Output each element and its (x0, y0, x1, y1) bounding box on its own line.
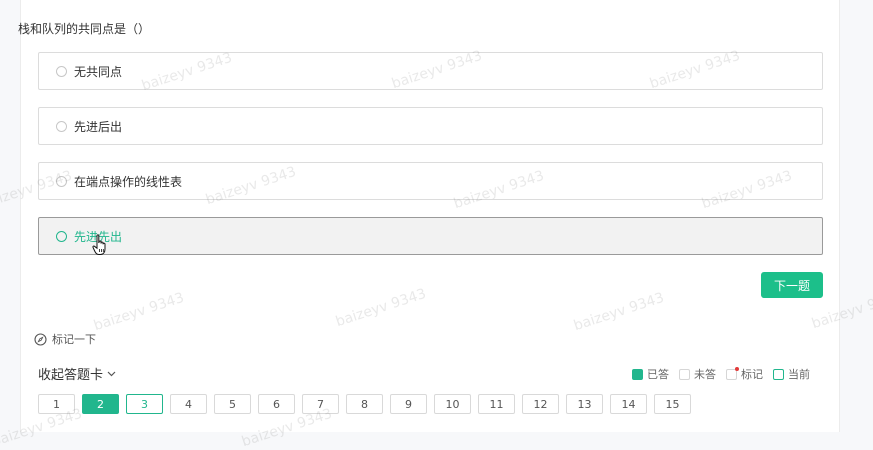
question-card-grid: 1 2 3 4 5 6 7 8 9 10 11 12 13 14 15 (38, 394, 698, 414)
radio-icon[interactable] (56, 175, 67, 187)
mark-question-toggle[interactable]: 标记一下 (34, 331, 96, 347)
legend-marked: 标记 (726, 366, 763, 382)
marked-swatch (726, 366, 739, 380)
question-card-7[interactable]: 7 (302, 394, 339, 414)
legend-answered: 已答 (632, 366, 669, 382)
card-legend: 已答 未答 标记 当前 (632, 366, 810, 382)
question-card-15[interactable]: 15 (654, 394, 691, 414)
chevron-down-icon (107, 371, 116, 376)
question-card-3[interactable]: 3 (126, 394, 163, 414)
question-card-14[interactable]: 14 (610, 394, 647, 414)
question-card-12[interactable]: 12 (522, 394, 559, 414)
question-card-8[interactable]: 8 (346, 394, 383, 414)
marked-dot-icon (735, 366, 739, 371)
option-d[interactable]: 先进先出 (38, 217, 823, 255)
collapse-card-button[interactable]: 收起答题卡 (38, 364, 116, 383)
question-card-11[interactable]: 11 (478, 394, 515, 414)
current-swatch (773, 368, 784, 380)
question-card-5[interactable]: 5 (214, 394, 251, 414)
legend-current: 当前 (773, 366, 810, 382)
option-b[interactable]: 先进后出 (38, 107, 823, 145)
collapse-label: 收起答题卡 (38, 368, 104, 383)
option-label: 先进后出 (74, 119, 123, 134)
legend-current-label: 当前 (788, 368, 810, 381)
radio-icon[interactable] (56, 230, 67, 242)
legend-unanswered-label: 未答 (694, 368, 716, 381)
hand-cursor-icon (92, 234, 106, 255)
question-text: 栈和队列的共同点是（） (18, 22, 151, 36)
option-c[interactable]: 在端点操作的线性表 (38, 162, 823, 200)
mark-label: 标记一下 (52, 333, 96, 346)
option-label: 在端点操作的线性表 (74, 174, 183, 189)
unanswered-swatch (679, 368, 690, 380)
question-card-6[interactable]: 6 (258, 394, 295, 414)
legend-answered-label: 已答 (647, 368, 669, 381)
next-question-button[interactable]: 下一题 (761, 272, 823, 298)
option-label: 无共同点 (74, 64, 123, 79)
option-a[interactable]: 无共同点 (38, 52, 823, 90)
radio-icon[interactable] (56, 65, 67, 77)
question-card-9[interactable]: 9 (390, 394, 427, 414)
question-card-13[interactable]: 13 (566, 394, 603, 414)
legend-marked-label: 标记 (741, 368, 763, 381)
question-card-10[interactable]: 10 (434, 394, 471, 414)
legend-unanswered: 未答 (679, 366, 716, 382)
radio-icon[interactable] (56, 120, 67, 132)
question-card-4[interactable]: 4 (170, 394, 207, 414)
question-card-2[interactable]: 2 (82, 394, 119, 414)
compass-icon (34, 332, 47, 346)
answered-swatch (632, 368, 643, 380)
question-card-1[interactable]: 1 (38, 394, 75, 414)
